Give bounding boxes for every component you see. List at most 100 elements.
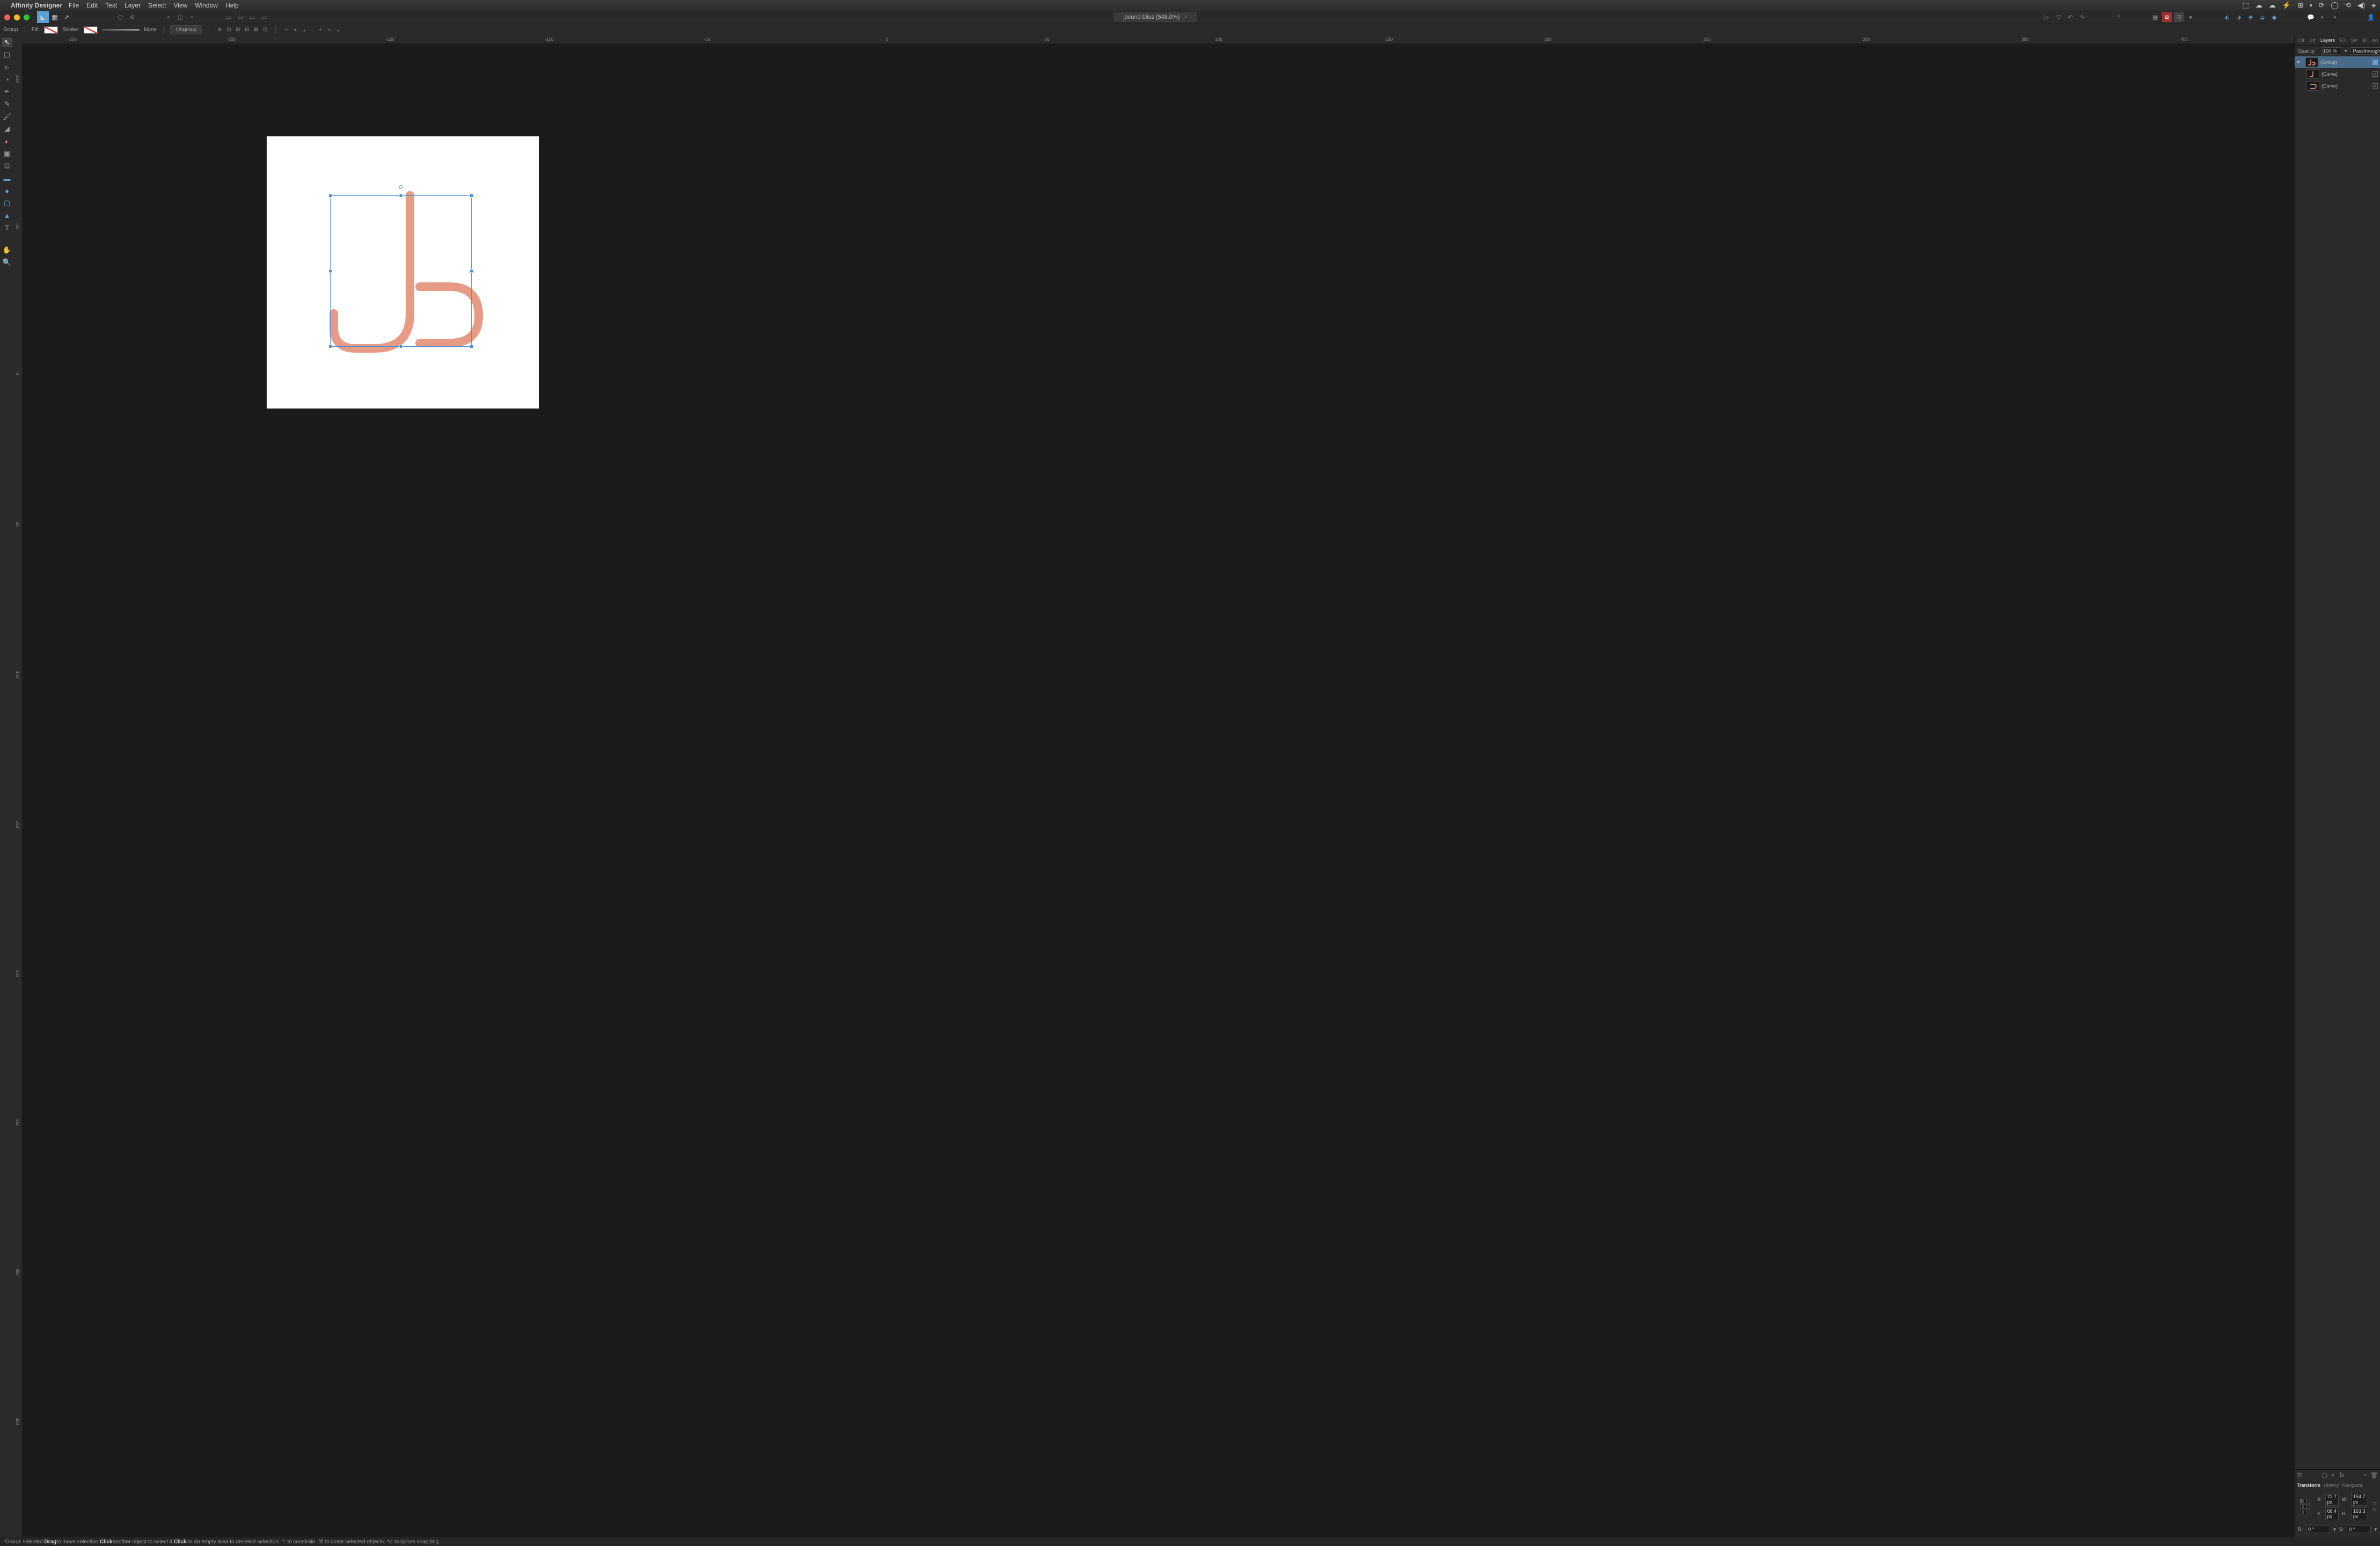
zoom-tool[interactable]: 🔍: [2, 258, 12, 267]
grid-icon[interactable]: ⊞: [2297, 1, 2303, 10]
fill-swatch[interactable]: [44, 26, 58, 34]
layer-row-curve2[interactable]: (Curve) ✓: [2295, 80, 2380, 92]
menu-edit[interactable]: Edit: [86, 2, 98, 9]
close-tab-icon[interactable]: ×: [1184, 14, 1187, 20]
y-value[interactable]: 68.4 px: [2325, 1507, 2339, 1520]
selection-box[interactable]: [330, 195, 472, 347]
align-icon[interactable]: ≡: [2114, 12, 2123, 22]
zoom-button[interactable]: [24, 14, 30, 20]
ctx-show-icon[interactable]: ⊞: [234, 26, 241, 34]
ctx-pt-icon[interactable]: ⊡: [261, 26, 269, 34]
link-wh-icon[interactable]: ⊐⊏: [2372, 1501, 2377, 1513]
close-button[interactable]: [4, 14, 10, 20]
handle-ne[interactable]: [470, 194, 473, 198]
flame-icon[interactable]: ⚡: [2282, 1, 2291, 10]
tab-fx[interactable]: FX: [2338, 37, 2348, 43]
bool4-icon[interactable]: ⬙: [2258, 12, 2267, 22]
arrange-front-icon[interactable]: ▫: [187, 12, 197, 22]
pan-tool[interactable]: ✋: [2, 245, 12, 255]
layer-row-group[interactable]: ▾ (Group) ✓: [2295, 56, 2380, 68]
tab-brushes[interactable]: Br: [2361, 37, 2369, 43]
order1-icon[interactable]: ▭: [224, 12, 233, 22]
tab-swatches[interactable]: Sw: [2349, 37, 2360, 43]
handle-w[interactable]: [328, 269, 332, 273]
chat-icon[interactable]: ▪: [2310, 1, 2312, 10]
layer-row-curve1[interactable]: (Curve) ✓: [2295, 68, 2380, 80]
account-icon[interactable]: 👤: [2366, 12, 2376, 22]
arrange-back-icon[interactable]: ▫: [164, 12, 173, 22]
align-m-icon[interactable]: ⫟: [325, 26, 333, 34]
align-c-icon[interactable]: ⫟: [291, 26, 299, 34]
corner-tool[interactable]: ◔: [2, 75, 12, 84]
tab-transform[interactable]: Transform: [2297, 1483, 2320, 1488]
bool1-icon[interactable]: ⬖: [2222, 12, 2232, 22]
ctx-hide-icon[interactable]: ⊡: [225, 26, 232, 34]
handle-se[interactable]: [470, 345, 473, 348]
designer-persona[interactable]: ◣: [37, 11, 49, 23]
shape-default-icon[interactable]: ⬠: [115, 12, 125, 22]
order3-icon[interactable]: ▭: [247, 12, 257, 22]
sync-defaults-icon[interactable]: ⟲: [127, 12, 137, 22]
export-persona[interactable]: ↗: [61, 11, 72, 23]
shape-tri-tool[interactable]: ▲: [2, 210, 12, 220]
x-value[interactable]: 72.7 px: [2325, 1493, 2339, 1506]
node-tool[interactable]: ▹: [2, 62, 12, 72]
flip-h-icon[interactable]: ▷: [2042, 12, 2052, 22]
order2-icon[interactable]: ▭: [236, 12, 245, 22]
s-value[interactable]: 0 °: [2347, 1526, 2371, 1533]
mask-icon[interactable]: ▢: [2322, 1472, 2327, 1479]
bool3-icon[interactable]: ⬘: [2246, 12, 2255, 22]
expand-icon[interactable]: ▾: [2297, 60, 2303, 65]
s-drop-icon[interactable]: ▾: [2374, 1527, 2377, 1533]
stroke-width-value[interactable]: None: [144, 27, 157, 33]
pencil-tool[interactable]: ✎: [2, 99, 12, 109]
bool5-icon[interactable]: ◆: [2269, 12, 2279, 22]
tab-appearance[interactable]: Ap: [2370, 37, 2379, 43]
anchor-grid[interactable]: [2300, 1499, 2310, 1515]
ctx-curve-icon[interactable]: ⊠: [252, 26, 260, 34]
r-value[interactable]: 0 °: [2306, 1526, 2330, 1533]
menu-select[interactable]: Select: [148, 2, 166, 9]
arrange-mid-icon[interactable]: ◫: [175, 12, 185, 22]
snap1-icon[interactable]: ▦: [2150, 12, 2160, 22]
assist1-icon[interactable]: 💬: [2306, 12, 2316, 22]
fx-icon[interactable]: fx: [2340, 1472, 2345, 1479]
menu-window[interactable]: Window: [195, 2, 218, 9]
place-tool[interactable]: ▣: [2, 149, 12, 158]
text-tool[interactable]: T: [2, 223, 12, 232]
circle-icon[interactable]: ◯: [2331, 1, 2339, 10]
menu-file[interactable]: File: [69, 2, 79, 9]
cloud2-icon[interactable]: ☁: [2269, 1, 2276, 10]
menu-text[interactable]: Text: [105, 2, 117, 9]
menu-layer[interactable]: Layer: [125, 2, 141, 9]
horizontal-ruler[interactable]: -250 -200 -150 -100 -50 0 50 100 150 200…: [23, 35, 2294, 44]
stroke-width-slider[interactable]: [102, 29, 140, 31]
artboard-tool[interactable]: ▢: [2, 50, 12, 60]
rotate-ccw-icon[interactable]: ↶: [2066, 12, 2075, 22]
handle-sw[interactable]: [328, 345, 332, 348]
tab-history[interactable]: History: [2324, 1483, 2339, 1488]
refresh-icon[interactable]: ⟲: [2345, 1, 2351, 10]
bluetooth-icon[interactable]: ⚹: [2371, 1, 2376, 10]
assist2-icon[interactable]: ◐: [2318, 12, 2327, 22]
cloud-icon[interactable]: ☁: [2255, 1, 2262, 10]
delete-layer-icon[interactable]: 🗑: [2370, 1472, 2378, 1479]
canvas-viewport[interactable]: [23, 44, 2294, 1537]
handle-e[interactable]: [470, 269, 473, 273]
align-r-icon[interactable]: ⫠: [301, 26, 308, 34]
layers-icon[interactable]: ☰: [2297, 1472, 2302, 1479]
opacity-input[interactable]: [2322, 47, 2341, 55]
assist3-icon[interactable]: ◑: [2330, 12, 2339, 22]
dropbox-icon[interactable]: ⬚: [2242, 1, 2249, 10]
tab-layers[interactable]: Layers: [2319, 37, 2337, 43]
blend-mode-select[interactable]: Passthrough: [2350, 47, 2380, 55]
layer-visible-check[interactable]: ✓: [2372, 83, 2378, 89]
vertical-ruler[interactable]: -100 -50 0 50 100 150 200 250 300 350: [14, 44, 23, 1537]
tab-navigator[interactable]: Navigator: [2342, 1483, 2363, 1488]
shape-round-tool[interactable]: ▢: [2, 198, 12, 208]
app-name[interactable]: Affinity Designer: [11, 2, 62, 9]
sync-icon[interactable]: ⟳: [2318, 1, 2324, 10]
move-tool[interactable]: ↖: [2, 38, 12, 47]
document-tab[interactable]: jocund bliss (548.0%) ×: [1114, 12, 1197, 22]
transparency-tool[interactable]: ◐: [2, 136, 12, 146]
